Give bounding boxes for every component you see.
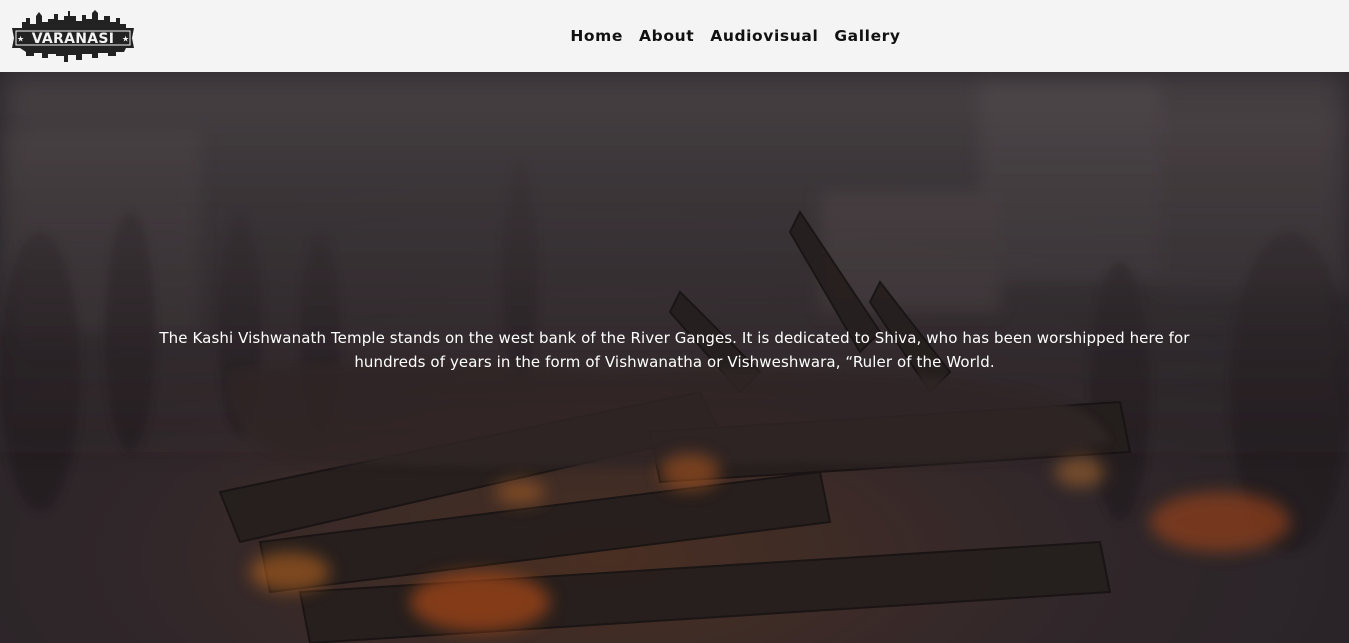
hero-caption-line-1: The Kashi Vishwanath Temple stands on th… xyxy=(159,329,1190,347)
nav-about-link[interactable]: About xyxy=(639,26,694,46)
main-nav: Home About Audiovisual Gallery xyxy=(0,26,1349,46)
svg-text:★: ★ xyxy=(17,35,24,44)
site-header: ★ ★ VARANASI Home About Audiovisual Gall… xyxy=(0,0,1349,72)
nav-home-link[interactable]: Home xyxy=(570,26,623,46)
svg-text:★: ★ xyxy=(122,35,129,44)
hero-section: The Kashi Vishwanath Temple stands on th… xyxy=(0,72,1349,643)
logo-text: VARANASI xyxy=(32,31,115,47)
varanasi-logo[interactable]: ★ ★ VARANASI xyxy=(12,10,134,64)
nav-audiovisual-link[interactable]: Audiovisual xyxy=(710,26,818,46)
hero-caption-line-2: hundreds of years in the form of Vishwan… xyxy=(354,353,995,371)
nav-gallery-link[interactable]: Gallery xyxy=(834,26,900,46)
hero-caption: The Kashi Vishwanath Temple stands on th… xyxy=(0,326,1349,374)
